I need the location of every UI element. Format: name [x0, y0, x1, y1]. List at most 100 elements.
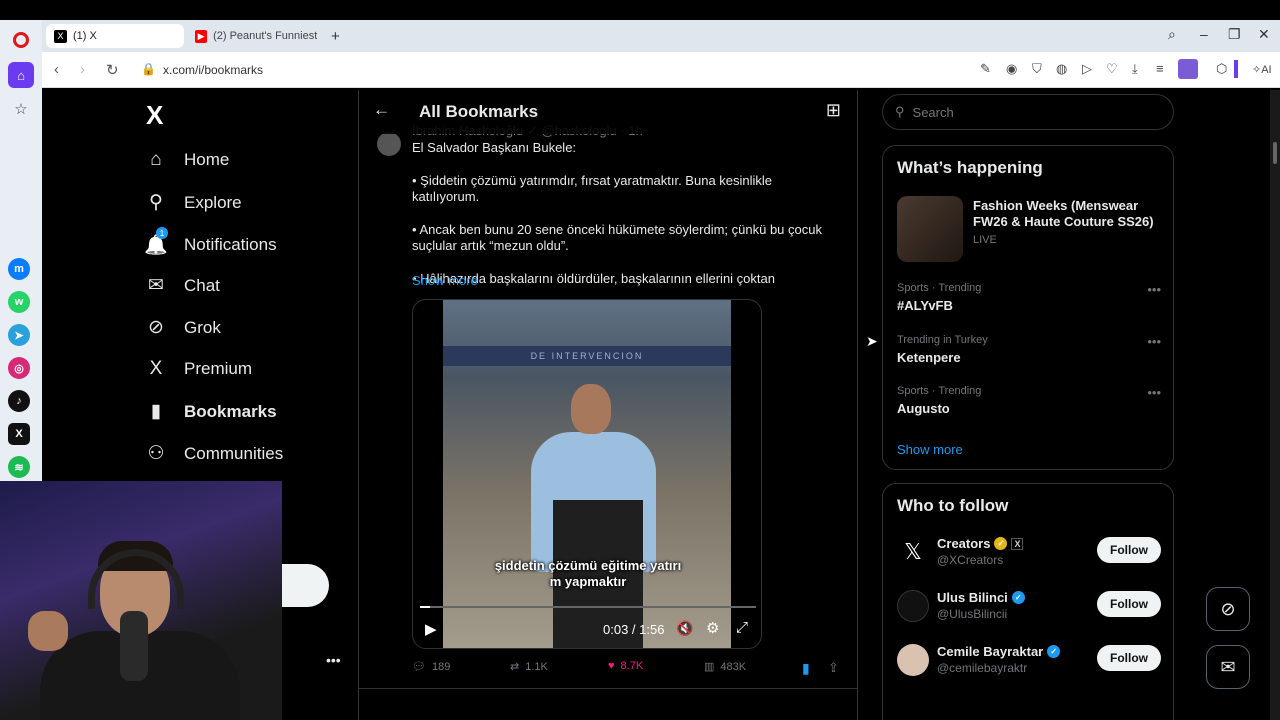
sidebar-item-premium[interactable]: X Premium [144, 358, 252, 380]
follow-suggestion[interactable]: 𝕏 Creators ✓ X @XCreators Follow [897, 536, 1161, 572]
account-more-icon[interactable]: ••• [326, 652, 341, 668]
show-more-link[interactable]: Show more [897, 442, 963, 457]
sidebar-item-bookmarks[interactable]: ▮ Bookmarks [144, 400, 277, 423]
whatsapp-icon[interactable]: w [8, 291, 30, 313]
sidebar-item-chat[interactable]: ✉ Chat [144, 274, 220, 297]
x-affiliate-icon: X [1011, 537, 1024, 550]
grok-fab-icon[interactable]: ⊘ [1206, 587, 1250, 631]
repost-count: 1.1K [525, 660, 548, 673]
follow-button[interactable]: Follow [1097, 537, 1161, 563]
author-avatar[interactable] [377, 132, 401, 156]
reload-icon[interactable]: ↻ [106, 61, 119, 79]
search-tabs-icon[interactable]: ⌕ [1168, 26, 1176, 43]
sidebar-item-label: Notifications [184, 235, 277, 254]
edit-icon[interactable]: ✎ [980, 61, 991, 77]
sidebar-item-label: Bookmarks [184, 401, 277, 421]
repost-button[interactable]: ⇄ 1.1K [510, 660, 548, 674]
show-more-link[interactable]: Show more [412, 273, 478, 288]
tweet-video[interactable]: DE INTERVENCION şiddetin çözümü eğitime … [412, 299, 762, 649]
card-title: What’s happening [897, 158, 1043, 177]
home-icon[interactable]: ⌂ [8, 62, 34, 88]
messenger-icon[interactable]: m [8, 258, 30, 280]
sidebar-item-label: Communities [184, 443, 284, 463]
accent-bar [1234, 60, 1238, 78]
sidebar-item-explore[interactable]: ⚲ Explore [144, 191, 242, 214]
instagram-icon[interactable]: ◎ [8, 357, 30, 379]
video-controls: ▶ 0:03 / 1:56 🔇 ⚙ ⤢ [413, 618, 761, 642]
notification-badge: 1 [156, 227, 168, 239]
page-scrollbar[interactable] [1270, 90, 1280, 720]
x-logo-icon[interactable]: X [146, 100, 163, 131]
ai-label: AI [1261, 64, 1272, 76]
download-icon[interactable]: ⤓ [1132, 61, 1138, 77]
fullscreen-icon[interactable]: ⤢ [736, 619, 748, 636]
opera-logo-icon[interactable] [13, 32, 29, 48]
ai-button[interactable]: ✧AI [1252, 63, 1272, 76]
video-progress-fill [420, 606, 431, 608]
x-app-icon[interactable]: X [8, 423, 30, 445]
x-premium-icon: X [149, 358, 163, 379]
more-icon[interactable]: ••• [1147, 334, 1161, 349]
trend-meta: Sports · Trending [897, 282, 982, 294]
trend-item[interactable]: Sports · Trending #ALYvFB ••• [897, 282, 1161, 313]
share-icon[interactable]: ⇪ [828, 660, 839, 676]
search-icon: ⚲ [149, 192, 163, 213]
close-window-icon[interactable]: ✕ [1258, 26, 1270, 43]
follow-button[interactable]: Follow [1097, 591, 1161, 617]
views-button[interactable]: ▥ 483K [704, 660, 746, 674]
heart-icon[interactable]: ♡ [1106, 61, 1118, 77]
add-bookmark-folder-icon[interactable]: ⊞ [826, 100, 841, 121]
minimize-icon[interactable]: – [1200, 26, 1208, 42]
sidebar-item-home[interactable]: ⌂ Home [144, 149, 229, 171]
sidebar-item-notifications[interactable]: 🔔 1 Notifications [144, 227, 277, 257]
repost-icon: ⇄ [510, 661, 520, 673]
reply-button[interactable]: 💬︎ 189 [412, 660, 450, 674]
speed-dial-icon[interactable]: ☆ [8, 96, 34, 122]
like-button[interactable]: ♥ 8.7K [608, 660, 643, 672]
telegram-icon[interactable]: ➤ [8, 324, 30, 346]
lock-icon[interactable]: 🔒 [141, 62, 156, 76]
new-tab-icon[interactable]: + [331, 28, 340, 45]
more-icon[interactable]: ••• [1147, 282, 1161, 297]
sidebar-item-grok[interactable]: ⊘ Grok [144, 316, 221, 339]
scrollbar-thumb[interactable] [1273, 142, 1277, 164]
featured-trend-headline[interactable]: Fashion Weeks (Menswear FW26 & Haute Cou… [973, 198, 1159, 230]
video-progress-bar[interactable] [420, 606, 756, 608]
cube-icon[interactable]: ⬡ [1216, 61, 1227, 77]
sidebar-item-communities[interactable]: ⚇ Communities [144, 442, 283, 465]
vpn-icon[interactable]: ◍ [1056, 61, 1067, 77]
grok-icon: ⊘ [148, 317, 164, 338]
search-icon: ⚲ [895, 104, 905, 119]
messages-fab-icon[interactable]: ✉ [1206, 645, 1250, 689]
play-icon[interactable]: ▷ [1082, 61, 1092, 77]
shield-icon[interactable]: ⛉ [1032, 61, 1042, 77]
trend-thumbnail[interactable] [897, 196, 963, 262]
more-icon[interactable]: ••• [1147, 385, 1161, 400]
follow-button[interactable]: Follow [1097, 645, 1161, 671]
settings-gear-icon[interactable]: ⚙ [706, 619, 719, 637]
bookmark-filled-icon[interactable]: ▮ [802, 660, 810, 677]
restore-icon[interactable]: ❐ [1228, 26, 1241, 43]
video-subtitle: şiddetin çözümü eğitime yatırı m yapmakt… [413, 558, 761, 590]
url-field[interactable]: x.com/i/bookmarks [163, 63, 263, 77]
play-icon[interactable]: ▶ [425, 620, 437, 638]
back-arrow-icon[interactable]: ← [373, 100, 390, 120]
bookmark-icon: ▮ [150, 401, 162, 422]
post-button[interactable] [282, 564, 329, 607]
mute-icon[interactable]: 🔇 [676, 620, 693, 637]
follow-suggestion[interactable]: Cemile Bayraktar ✓ @cemilebayraktr Follow [897, 644, 1161, 680]
tiktok-icon[interactable]: ♪ [8, 390, 30, 412]
tab-x[interactable]: X (1) X [46, 24, 184, 48]
menu-icon[interactable]: ≡ [1156, 61, 1164, 76]
trend-item[interactable]: Sports · Trending Augusto ••• [897, 385, 1161, 416]
search-input[interactable]: ⚲ Search [882, 94, 1174, 130]
follow-suggestion[interactable]: Ulus Bilinci ✓ @UlusBilincii Follow [897, 590, 1161, 626]
camera-icon[interactable]: ◉ [1006, 61, 1017, 77]
tab-youtube[interactable]: ▶ (2) Peanut's Funniest Mom [187, 24, 325, 48]
user-name: Creators ✓ X [937, 536, 1024, 551]
profile-avatar[interactable] [1178, 59, 1198, 79]
back-icon[interactable]: ‹ [54, 61, 59, 78]
spotify-icon[interactable]: ≋ [8, 456, 30, 478]
trend-item[interactable]: Trending in Turkey Ketenpere ••• [897, 334, 1161, 365]
forward-icon[interactable]: › [80, 61, 85, 78]
